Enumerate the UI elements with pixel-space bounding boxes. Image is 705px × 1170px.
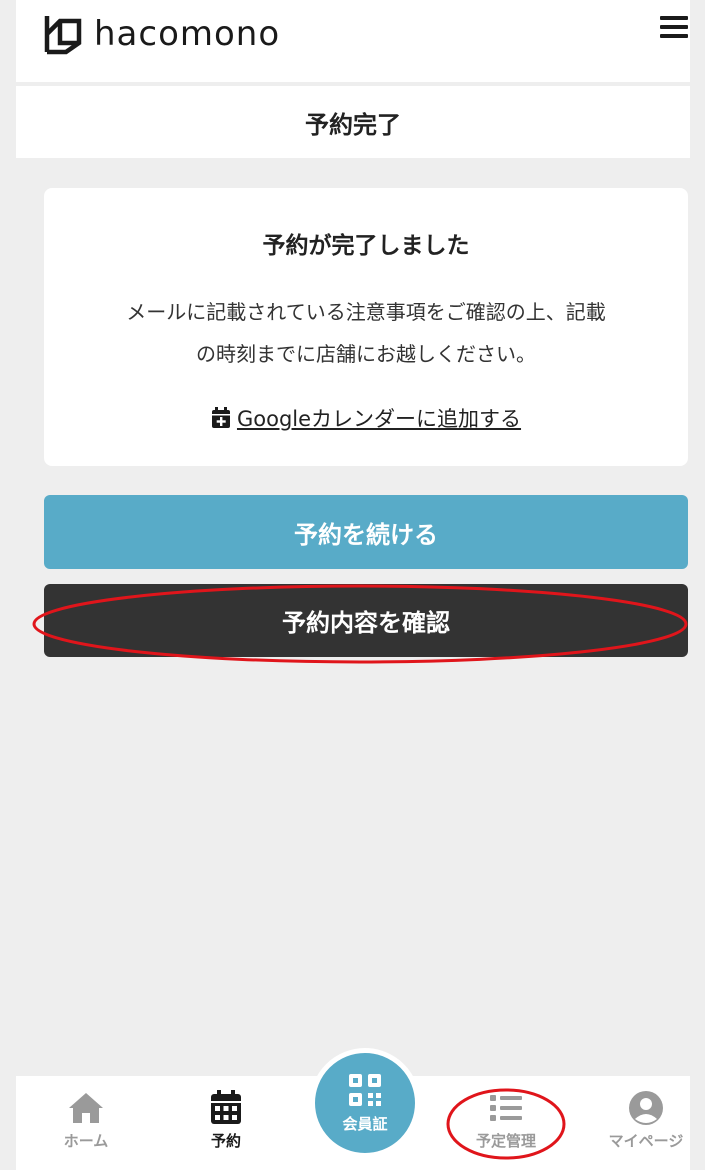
- user-circle-icon: [629, 1091, 663, 1125]
- member-card-label: 会員証: [342, 1114, 388, 1133]
- calendar-plus-icon: [211, 407, 230, 428]
- calendar-icon: [211, 1090, 241, 1124]
- card-message-line-1: メールに記載されている注意事項をご確認の上、記載: [126, 300, 606, 324]
- page-title: 予約完了: [305, 110, 401, 139]
- nav-schedule[interactable]: 予定管理: [446, 1076, 566, 1170]
- nav-schedule-label: 予定管理: [475, 1132, 536, 1150]
- app-header: hacomono: [16, 0, 690, 82]
- member-card-button[interactable]: 会員証: [310, 1048, 420, 1158]
- add-to-google-calendar-link[interactable]: Googleカレンダーに追加する: [44, 403, 688, 433]
- card-title: 予約が完了しました: [262, 233, 470, 259]
- nav-reserve[interactable]: 予約: [166, 1076, 286, 1170]
- nav-mypage[interactable]: マイページ: [586, 1076, 705, 1170]
- qr-code-icon: [349, 1073, 381, 1106]
- calendar-link-label: Googleカレンダーに追加する: [236, 407, 522, 431]
- nav-mypage-label: マイページ: [608, 1132, 684, 1150]
- card-message-line-2: の時刻までに店舗にお越しください。: [196, 342, 536, 366]
- home-icon: [69, 1093, 103, 1123]
- nav-home[interactable]: ホーム: [26, 1076, 146, 1170]
- hamburger-menu-icon[interactable]: [660, 16, 688, 42]
- nav-home-label: ホーム: [63, 1132, 109, 1150]
- reservation-complete-card: 予約が完了しました メールに記載されている注意事項をご確認の上、記載 の時刻まで…: [44, 188, 688, 466]
- logo-text: hacomono: [94, 14, 281, 54]
- nav-reserve-label: 予約: [210, 1132, 241, 1150]
- confirm-reservation-button[interactable]: 予約内容を確認: [44, 584, 688, 657]
- hacomono-logo-icon: [44, 16, 82, 55]
- continue-reservation-button[interactable]: 予約を続ける: [44, 495, 688, 569]
- list-icon: [490, 1095, 522, 1121]
- page-title-bar: 予約完了: [16, 86, 690, 158]
- logo[interactable]: hacomono: [44, 12, 280, 56]
